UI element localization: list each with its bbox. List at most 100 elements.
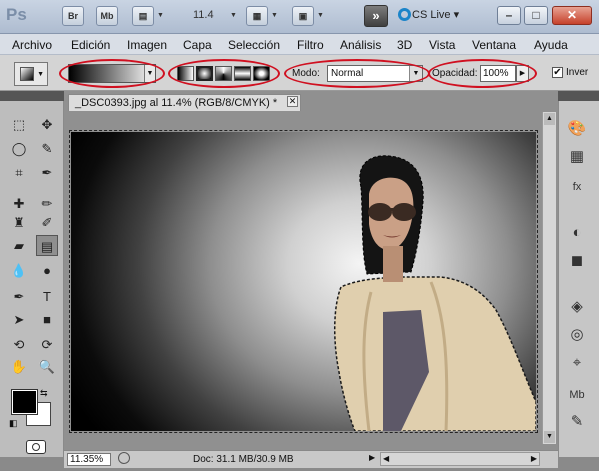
quick-select-icon[interactable]: ✎ [36, 138, 58, 159]
crop-icon[interactable]: ⌗ [8, 162, 30, 183]
chevron-down-icon[interactable]: ▼ [271, 12, 278, 19]
highlight-ring [59, 59, 165, 88]
brush-icon[interactable]: ✏ [36, 193, 58, 214]
scroll-down-button[interactable]: ▼ [544, 431, 555, 443]
status-menu-arrow[interactable]: ▶ [369, 453, 375, 462]
menu-archivo[interactable]: Archivo [12, 38, 52, 52]
menu-capa[interactable]: Capa [183, 38, 212, 52]
document-tab-title: _DSC0393.jpg al 11.4% (RGB/8/CMYK) * [75, 97, 278, 109]
3d-orbit-icon[interactable]: ⟳ [36, 334, 58, 355]
menu-ayuda[interactable]: Ayuda [534, 38, 568, 52]
shape-icon[interactable]: ■ [36, 309, 58, 330]
type-icon[interactable]: T [36, 286, 58, 307]
close-document-button[interactable]: ✕ [287, 96, 298, 107]
menu-seleccion[interactable]: Selección [228, 38, 280, 52]
healing-icon[interactable]: ✚ [8, 193, 30, 214]
chevron-down-icon[interactable]: ▼ [157, 12, 164, 19]
scroll-up-button[interactable]: ▲ [544, 113, 555, 125]
color-icon[interactable]: 🎨 [566, 118, 588, 140]
invert-label: Inver [566, 67, 589, 78]
minibridge-icon[interactable]: Mb [566, 384, 588, 406]
woman-photo [334, 155, 536, 431]
sunglasses-left-lens [368, 203, 392, 221]
quick-mask-button[interactable] [26, 440, 46, 454]
photoshop-logo: Ps [6, 5, 27, 24]
default-colors-icon[interactable]: ◧ [9, 418, 18, 429]
menu-analisis[interactable]: Análisis [340, 38, 381, 52]
3d-rotate-icon[interactable]: ⟲ [8, 334, 30, 355]
sunglasses-right-lens [392, 203, 416, 221]
history-brush-icon[interactable]: ✐ [36, 212, 58, 233]
channels-icon[interactable]: ◎ [566, 324, 588, 346]
highlight-ring [168, 59, 280, 88]
swatches-icon[interactable]: ▦ [566, 146, 588, 168]
scroll-right-button[interactable]: ▶ [531, 454, 537, 463]
lasso-icon[interactable]: ◯ [8, 138, 30, 159]
highlight-ring [284, 59, 430, 88]
path-select-icon[interactable]: ➤ [8, 309, 30, 330]
styles-icon[interactable]: fx [566, 176, 588, 198]
menu-bar: Archivo Edición Imagen Capa Selección Fi… [0, 34, 599, 55]
masks-icon[interactable]: ◼ [566, 250, 588, 272]
hand-icon[interactable]: ✋ [8, 356, 30, 377]
arrange-documents-button[interactable]: ▦ [246, 6, 268, 26]
minimize-button[interactable]: – [497, 6, 521, 25]
status-icon[interactable] [118, 452, 130, 464]
eraser-icon[interactable]: ▰ [8, 235, 30, 256]
image-canvas[interactable] [69, 130, 538, 433]
menu-filtro[interactable]: Filtro [297, 38, 324, 52]
clone-stamp-icon[interactable]: ♜ [8, 212, 30, 233]
move-icon[interactable]: ✥ [36, 114, 58, 135]
dodge-icon[interactable]: ● [36, 260, 58, 281]
menu-ventana[interactable]: Ventana [472, 38, 516, 52]
dock-panel-header[interactable] [558, 91, 599, 101]
cslive-icon [398, 8, 411, 21]
vertical-scrollbar[interactable]: ▲ ▼ [542, 112, 556, 444]
minibridge-button[interactable]: Mb [96, 6, 118, 26]
neck-shape [383, 246, 403, 282]
pen-icon[interactable]: ✒ [8, 286, 30, 307]
blur-icon[interactable]: 💧 [8, 260, 30, 281]
screen-mode-icon: ▣ [298, 11, 308, 21]
chevron-down-icon[interactable]: ▼ [317, 12, 324, 19]
invert-checkbox[interactable]: ✔ [552, 67, 563, 78]
chevron-down-icon[interactable]: ▼ [230, 12, 237, 19]
menu-vista[interactable]: Vista [429, 38, 455, 52]
bridge-button[interactable]: Br [62, 6, 84, 26]
title-bar: Ps Br Mb ▤ ▼ 11.4 ▼ ▦ ▼ ▣ ▼ » CS Live ▾ … [0, 0, 599, 34]
close-button[interactable]: ✕ [552, 6, 592, 25]
zoom-level[interactable]: 11.4 [193, 9, 214, 21]
extensions-button[interactable]: » [364, 5, 388, 27]
chevron-down-icon: ▾ [453, 9, 460, 21]
film-icon: ▤ [138, 11, 148, 21]
horizontal-scrollbar[interactable]: ◀ ▶ [380, 452, 540, 466]
quick-mask-icon [32, 443, 40, 451]
adjustments-icon[interactable]: ◐ [566, 222, 588, 244]
marquee-icon[interactable]: ⬚ [8, 114, 30, 135]
view-extras-button[interactable]: ▤ [132, 6, 154, 26]
menu-edicion[interactable]: Edición [71, 38, 110, 52]
tool-preset-picker[interactable]: ▼ [14, 62, 48, 86]
restore-button[interactable]: □ [524, 6, 548, 25]
screen-mode-button[interactable]: ▣ [292, 6, 314, 26]
document-tab[interactable]: _DSC0393.jpg al 11.4% (RGB/8/CMYK) * [68, 94, 301, 111]
menu-3d[interactable]: 3D [397, 38, 412, 52]
swap-colors-icon[interactable]: ⇆ [40, 388, 48, 399]
notes-icon[interactable]: ✎ [566, 411, 588, 433]
eyedropper-icon[interactable]: ✒ [36, 162, 58, 183]
paths-icon[interactable]: ⌖ [566, 352, 588, 374]
foreground-color-swatch[interactable] [12, 390, 37, 414]
sunglasses-bridge [389, 208, 395, 211]
zoom-field[interactable]: 11.35% [67, 453, 111, 466]
zoom-icon[interactable]: 🔍 [36, 356, 58, 377]
chevron-down-icon: ▼ [37, 71, 44, 78]
grid-icon: ▦ [252, 11, 262, 21]
menu-imagen[interactable]: Imagen [127, 38, 167, 52]
tools-panel-header[interactable] [0, 91, 64, 101]
layers-icon[interactable]: ◈ [566, 296, 588, 318]
gradient-icon[interactable]: ▤ [36, 235, 58, 256]
cs-live-menu[interactable]: CS Live ▾ [412, 8, 459, 21]
highlight-ring [428, 59, 537, 88]
gradient-tool-icon [20, 67, 34, 81]
scroll-left-button[interactable]: ◀ [383, 454, 389, 463]
